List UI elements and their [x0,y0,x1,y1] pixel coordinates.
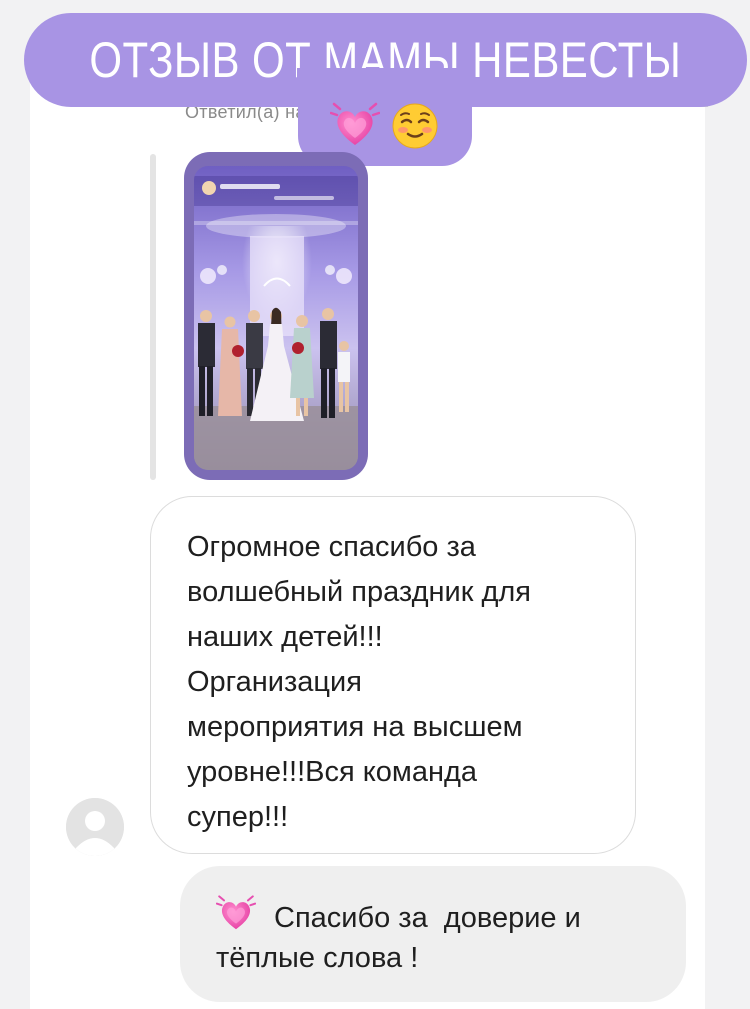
message-line: Огромное спасибо за [187,531,476,563]
message-line: мероприятия на высшем [187,711,523,743]
user-silhouette-icon [66,798,124,856]
story-thumbnail[interactable] [184,152,368,480]
incoming-message-bubble[interactable]: Огромное спасибо за волшебный праздник д… [150,496,636,854]
reply-text-line1: Спасибо за доверие и [274,901,581,934]
message-line: волшебный праздник для [187,576,532,608]
heart-pulse-icon [328,99,382,153]
wedding-photo [194,166,358,470]
reply-text-line2: тёплые слова ! [216,942,419,974]
smiling-face-icon [388,99,442,153]
sender-avatar[interactable] [66,798,124,856]
message-text: Огромное спасибо за волшебный праздник д… [187,525,627,840]
message-line: Организация [187,666,362,698]
message-line: наших детей!!! [187,621,383,653]
message-line: уровне!!!Вся команда [187,756,478,788]
reply-first-line: Спасибо за доверие и [215,894,581,942]
heart-pulse-icon [215,894,257,942]
story-reply-bar [150,154,156,480]
outgoing-message-bubble[interactable]: Спасибо за доверие и тёплые слова ! [180,866,686,1002]
message-line: супер!!! [187,801,289,833]
